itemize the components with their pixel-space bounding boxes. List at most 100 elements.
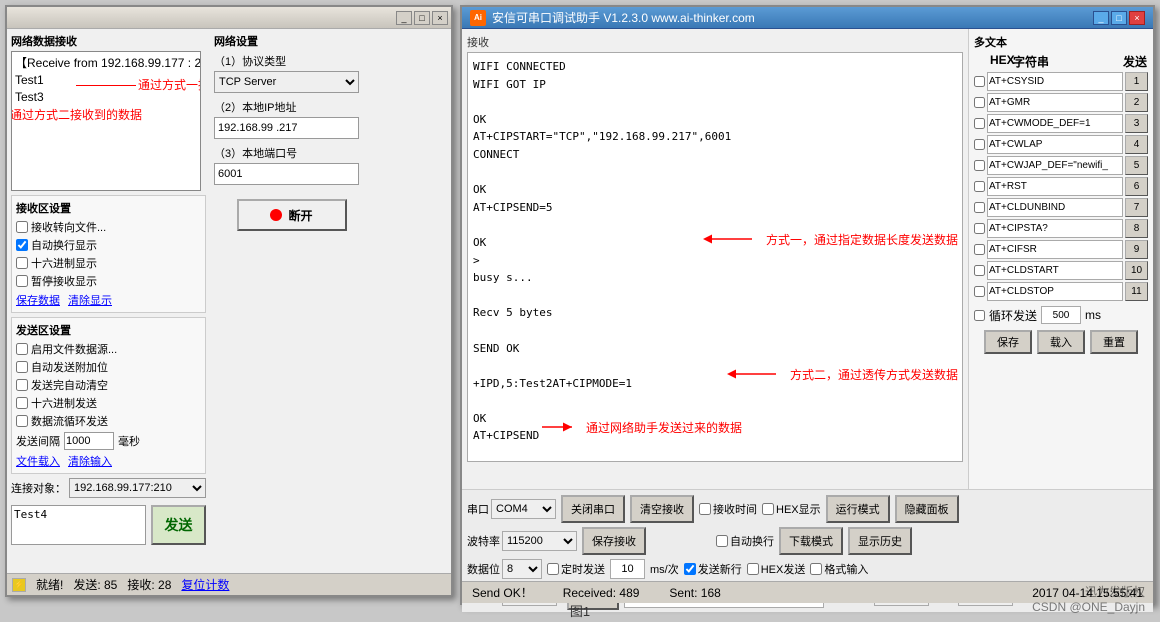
connect-target-select[interactable]: 192.168.99.177:210 — [69, 478, 206, 498]
protocol-select[interactable]: TCP Server — [214, 71, 359, 93]
recv-hex-checkbox[interactable] — [16, 257, 28, 269]
ip-input[interactable] — [214, 117, 359, 139]
send-autoclear-checkbox[interactable] — [16, 379, 28, 391]
loop-send-checkbox[interactable] — [974, 310, 985, 321]
multitext-input-11[interactable] — [987, 282, 1123, 301]
multitext-input-2[interactable] — [987, 93, 1123, 112]
save-recv-btn[interactable]: 保存接收 — [582, 527, 646, 555]
clear-display-link[interactable]: 清除显示 — [68, 292, 112, 308]
right-minimize-button[interactable]: _ — [1093, 11, 1109, 25]
loop-value-input[interactable] — [1041, 306, 1081, 324]
multitext-hex-checkbox-11[interactable] — [974, 286, 985, 297]
databits-select[interactable]: 8 — [502, 559, 542, 579]
clear-input-link[interactable]: 清除输入 — [68, 453, 112, 469]
right-maximize-button[interactable]: □ — [1111, 11, 1127, 25]
right-close-button[interactable]: × — [1129, 11, 1145, 25]
multitext-send-btn-4[interactable]: 4 — [1125, 135, 1148, 154]
format-input-checkbox[interactable] — [810, 563, 822, 575]
left-send-textarea[interactable]: Test4 — [11, 505, 146, 545]
maximize-button[interactable]: □ — [414, 11, 430, 25]
multitext-send-btn-7[interactable]: 7 — [1125, 198, 1148, 217]
hex-display-checkbox[interactable] — [762, 503, 774, 515]
ip-section: （2）本地IP地址 — [214, 99, 369, 139]
net-receive-section: 网络数据接收 【Receive from 192.168.99.177 : 21… — [11, 33, 206, 191]
multitext-hex-checkbox-7[interactable] — [974, 202, 985, 213]
save-multitext-btn[interactable]: 保存 — [984, 330, 1032, 354]
multitext-input-3[interactable] — [987, 114, 1123, 133]
timer-send-checkbox[interactable] — [547, 563, 559, 575]
multitext-hex-checkbox-6[interactable] — [974, 181, 985, 192]
multitext-send-btn-8[interactable]: 8 — [1125, 219, 1148, 238]
timer-value-input[interactable] — [610, 559, 645, 579]
ip-label: （2）本地IP地址 — [214, 99, 369, 115]
multitext-send-btn-5[interactable]: 5 — [1125, 156, 1148, 175]
send-autoappend-checkbox[interactable] — [16, 361, 28, 373]
close-button[interactable]: × — [432, 11, 448, 25]
multitext-send-btn-3[interactable]: 3 — [1125, 114, 1148, 133]
recv-autowrap-checkbox[interactable] — [16, 239, 28, 251]
hex-send-checkbox[interactable] — [747, 563, 759, 575]
send-hex-checkbox[interactable] — [16, 397, 28, 409]
right-window: Ai 安信可串口调试助手 V1.2.3.0 www.ai-thinker.com… — [460, 5, 1155, 605]
minimize-button[interactable]: _ — [396, 11, 412, 25]
send-autoappend-label: 自动发送附加位 — [31, 359, 108, 375]
send-interval-unit: 毫秒 — [118, 433, 140, 449]
multitext-send-btn-2[interactable]: 2 — [1125, 93, 1148, 112]
send-loop-checkbox[interactable] — [16, 415, 28, 427]
multitext-hex-checkbox-2[interactable] — [974, 97, 985, 108]
multitext-send-btn-9[interactable]: 9 — [1125, 240, 1148, 259]
recv-time-checkbox[interactable] — [699, 503, 711, 515]
port-select[interactable]: COM4 — [491, 499, 556, 519]
save-data-link[interactable]: 保存数据 — [16, 292, 60, 308]
multitext-input-1[interactable] — [987, 72, 1123, 91]
receive-panel: 接收 WIFI CONNECTED WIFI GOT IP OK AT+CIPS… — [462, 29, 968, 489]
load-multitext-btn[interactable]: 载入 — [1037, 330, 1085, 354]
multitext-hex-checkbox-4[interactable] — [974, 139, 985, 150]
watermark: 迅为发版权 CSDN @ONE_Dayjn — [1032, 583, 1145, 614]
send-header: 发送 — [1123, 53, 1148, 70]
disconnect-button[interactable]: 断开 — [237, 199, 347, 231]
reset-multitext-btn[interactable]: 重置 — [1090, 330, 1138, 354]
multitext-input-9[interactable] — [987, 240, 1123, 259]
multitext-hex-checkbox-10[interactable] — [974, 265, 985, 276]
baud-select[interactable]: 115200 — [502, 531, 577, 551]
multitext-row-7: 7 — [974, 198, 1148, 217]
auto-wrap-checkbox[interactable] — [716, 535, 728, 547]
multitext-input-6[interactable] — [987, 177, 1123, 196]
run-mode-btn[interactable]: 运行模式 — [826, 495, 890, 523]
multitext-input-8[interactable] — [987, 219, 1123, 238]
hide-panel-btn[interactable]: 隐藏面板 — [895, 495, 959, 523]
file-load-link[interactable]: 文件载入 — [16, 453, 60, 469]
multitext-send-btn-10[interactable]: 10 — [1125, 261, 1148, 280]
clear-recv-btn[interactable]: 清空接收 — [630, 495, 694, 523]
multitext-hex-checkbox-3[interactable] — [974, 118, 985, 129]
multitext-hex-checkbox-9[interactable] — [974, 244, 985, 255]
reset-count-link[interactable]: 复位计数 — [181, 576, 229, 593]
multitext-input-7[interactable] — [987, 198, 1123, 217]
multitext-input-5[interactable] — [987, 156, 1123, 175]
left-send-button[interactable]: 发送 — [151, 505, 206, 545]
send-interval-input[interactable] — [64, 432, 114, 450]
port-ctrl: 串口 COM4 — [467, 499, 556, 519]
recv-count: 接收: 28 — [127, 576, 171, 593]
protocol-label: （1）协议类型 — [214, 53, 369, 69]
port-input[interactable] — [214, 163, 359, 185]
port-label: （3）本地端口号 — [214, 145, 369, 161]
multitext-send-btn-1[interactable]: 1 — [1125, 72, 1148, 91]
recv-file-checkbox[interactable] — [16, 221, 28, 233]
multitext-hex-checkbox-8[interactable] — [974, 223, 985, 234]
send-newline-checkbox[interactable] — [684, 563, 696, 575]
multitext-send-btn-11[interactable]: 11 — [1125, 282, 1148, 301]
multitext-hex-checkbox-1[interactable] — [974, 76, 985, 87]
send-file-checkbox[interactable] — [16, 343, 28, 355]
download-mode-btn[interactable]: 下载模式 — [779, 527, 843, 555]
multitext-hex-checkbox-5[interactable] — [974, 160, 985, 171]
multitext-input-10[interactable] — [987, 261, 1123, 280]
multitext-input-4[interactable] — [987, 135, 1123, 154]
multitext-send-btn-6[interactable]: 6 — [1125, 177, 1148, 196]
recv-pause-checkbox[interactable] — [16, 275, 28, 287]
show-history-btn[interactable]: 显示历史 — [848, 527, 912, 555]
close-port-btn[interactable]: 关闭串口 — [561, 495, 625, 523]
multitext-row-1: 1 — [974, 72, 1148, 91]
send-settings-section: 发送区设置 启用文件数据源... 自动发送附加位 发送完自动清空 — [11, 317, 206, 474]
